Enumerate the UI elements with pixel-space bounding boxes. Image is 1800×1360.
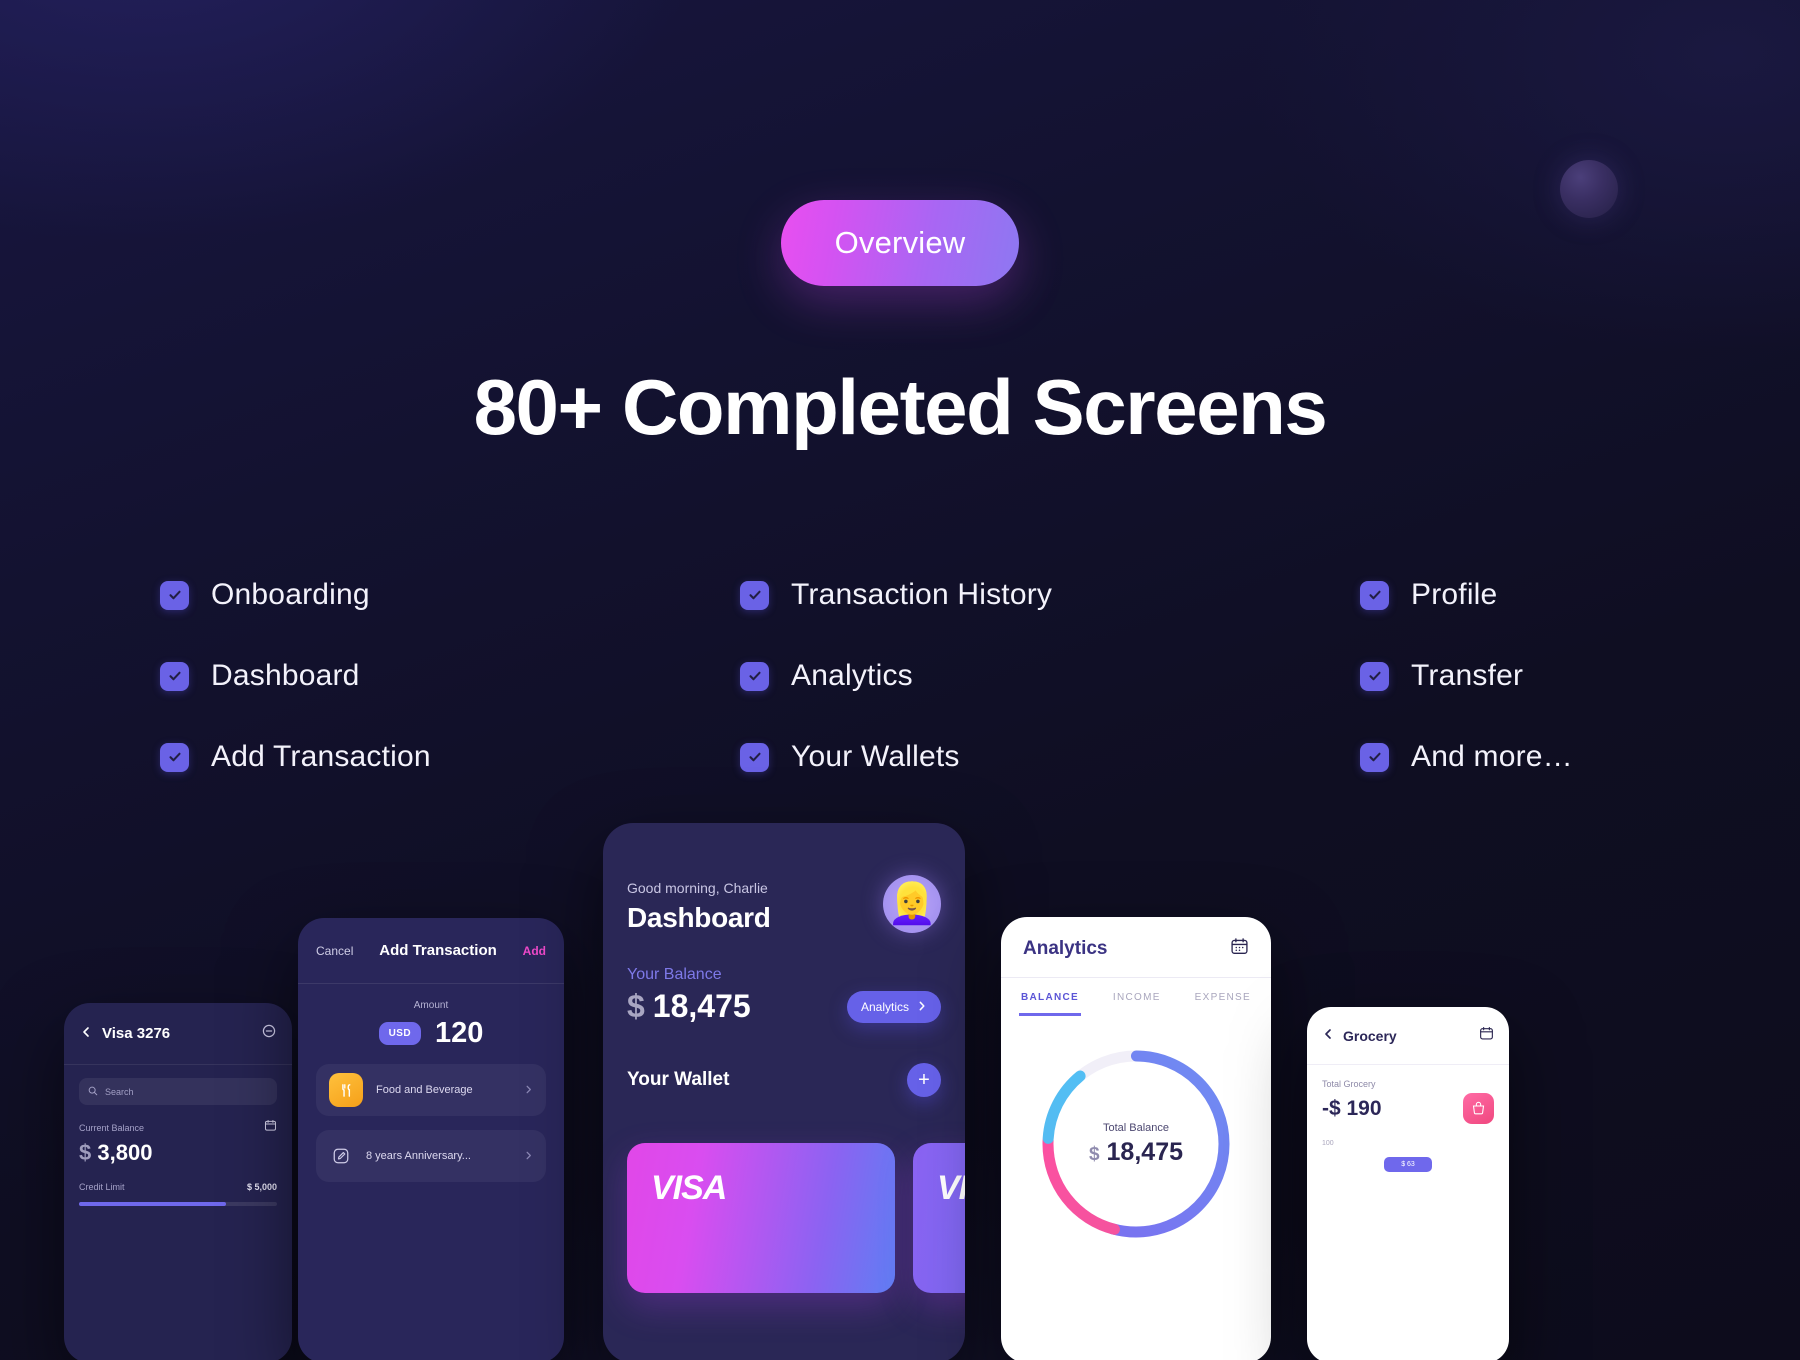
calendar-icon[interactable] <box>1230 937 1249 961</box>
wallet-card[interactable]: VISA <box>913 1143 965 1293</box>
analytics-header: Analytics <box>1001 917 1271 977</box>
visa-logo: VISA <box>651 1169 727 1207</box>
add-button[interactable]: Add <box>523 944 546 958</box>
analytics-button[interactable]: Analytics <box>846 990 941 1023</box>
currency-symbol: $ <box>79 1140 92 1165</box>
search-placeholder: Search <box>105 1086 134 1097</box>
wallet-header: Your Wallet + <box>627 1063 941 1097</box>
visa-navbar: Visa 3276 <box>64 1003 292 1065</box>
chart-value-chip: $ 63 <box>1384 1157 1432 1172</box>
chevron-left-icon[interactable] <box>80 1025 92 1043</box>
note-label: 8 years Anniversary... <box>366 1150 471 1162</box>
calendar-icon[interactable] <box>1479 1026 1494 1046</box>
plus-icon[interactable]: + <box>907 1063 941 1097</box>
chevron-left-icon[interactable] <box>1322 1027 1334 1045</box>
balance-number: 18,475 <box>652 988 751 1024</box>
visa-body: Search Current Balance $ 3,800 Credit Li… <box>64 1065 292 1206</box>
donut-number: 18,475 <box>1106 1137 1183 1166</box>
donut-center-label: Total Balance $ 18,475 <box>1030 1038 1242 1250</box>
analytics-title: Analytics <box>1023 938 1108 959</box>
dashboard-body: Good morning, Charlie Dashboard Your Bal… <box>603 823 965 1097</box>
grocery-total-row: -$ 190 <box>1322 1093 1494 1124</box>
balance-label: Your Balance <box>627 966 722 983</box>
search-input[interactable]: Search <box>79 1078 277 1105</box>
analytics-tabs: BALANCE INCOME EXPENSE <box>1001 977 1271 1016</box>
chart-axis-label: 100 <box>1322 1140 1334 1147</box>
avatar[interactable]: 👱‍♀️ <box>883 875 941 933</box>
wallet-cards: VISA VISA <box>627 1143 965 1293</box>
amount-label: Amount <box>413 1000 449 1011</box>
minus-circle-icon[interactable] <box>262 1024 276 1043</box>
phone-grocery: Grocery Total Grocery -$ 190 100 $ 63 <box>1307 1007 1509 1360</box>
category-label: Food and Beverage <box>376 1084 473 1096</box>
currency-symbol: $ <box>1089 1143 1100 1165</box>
phone-mockups: Visa 3276 Search Current Balance $ 3,800 <box>0 0 1800 1360</box>
phone-analytics: Analytics BALANCE INCOME EXPENSE Total B… <box>1001 917 1271 1360</box>
currency-badge[interactable]: USD <box>378 1022 421 1045</box>
pencil-square-icon <box>329 1147 353 1165</box>
donut-value: $ 18,475 <box>1089 1138 1183 1167</box>
wallet-card[interactable]: VISA <box>627 1143 895 1293</box>
amount-row: USD 120 <box>316 1017 546 1050</box>
user-avatar-emoji: 👱‍♀️ <box>887 882 937 926</box>
add-transaction-body: Amount USD 120 Food and Beverage 8 years… <box>298 984 564 1182</box>
visa-limit-label: Credit Limit <box>79 1182 125 1192</box>
wallet-title: Your Wallet <box>627 1069 730 1090</box>
balance-number: 3,800 <box>97 1140 153 1165</box>
search-icon <box>88 1086 98 1098</box>
visa-title: Visa 3276 <box>102 1025 171 1042</box>
shopping-basket-icon <box>1463 1093 1494 1124</box>
phone-visa-details: Visa 3276 Search Current Balance $ 3,800 <box>64 1003 292 1360</box>
currency-symbol: $ <box>627 988 645 1024</box>
balance-row: $18,475 Analytics <box>627 988 941 1025</box>
add-transaction-navbar: Cancel Add Transaction Add <box>298 918 564 984</box>
grocery-body: Total Grocery -$ 190 100 $ 63 <box>1307 1065 1509 1172</box>
note-row[interactable]: 8 years Anniversary... <box>316 1130 546 1182</box>
amount-input[interactable]: 120 <box>435 1017 483 1050</box>
limit-progress-fill <box>79 1202 226 1206</box>
calendar-icon[interactable] <box>264 1119 277 1137</box>
visa-balance-value: $ 3,800 <box>79 1140 277 1166</box>
cancel-button[interactable]: Cancel <box>316 944 353 958</box>
grocery-total-value: -$ 190 <box>1322 1096 1382 1120</box>
phone-add-transaction: Cancel Add Transaction Add Amount USD 12… <box>298 918 564 1360</box>
visa-logo: VISA <box>937 1169 965 1207</box>
visa-limit-value: $ 5,000 <box>246 1182 277 1192</box>
grocery-navbar: Grocery <box>1307 1007 1509 1065</box>
cutlery-icon <box>329 1073 363 1107</box>
chevron-right-icon <box>917 1000 927 1014</box>
tab-expense[interactable]: EXPENSE <box>1193 978 1253 1016</box>
balance-amount: $18,475 <box>627 988 751 1025</box>
grocery-total-label: Total Grocery <box>1322 1079 1376 1089</box>
visa-balance-label: Current Balance <box>79 1123 145 1133</box>
donut-chart: Total Balance $ 18,475 <box>1030 1038 1242 1250</box>
donut-chart-wrapper: Total Balance $ 18,475 <box>1001 1038 1271 1250</box>
donut-label: Total Balance <box>1102 1121 1170 1134</box>
limit-progress-track <box>79 1202 277 1206</box>
tab-income[interactable]: INCOME <box>1111 978 1163 1016</box>
chevron-right-icon <box>524 1149 533 1163</box>
chevron-right-icon <box>524 1083 533 1097</box>
phone-dashboard: 👱‍♀️ Good morning, Charlie Dashboard You… <box>603 823 965 1360</box>
category-row[interactable]: Food and Beverage <box>316 1064 546 1116</box>
analytics-button-label: Analytics <box>860 999 909 1014</box>
add-transaction-title: Add Transaction <box>379 942 497 959</box>
grocery-title: Grocery <box>1343 1027 1397 1044</box>
tab-balance[interactable]: BALANCE <box>1019 978 1081 1016</box>
